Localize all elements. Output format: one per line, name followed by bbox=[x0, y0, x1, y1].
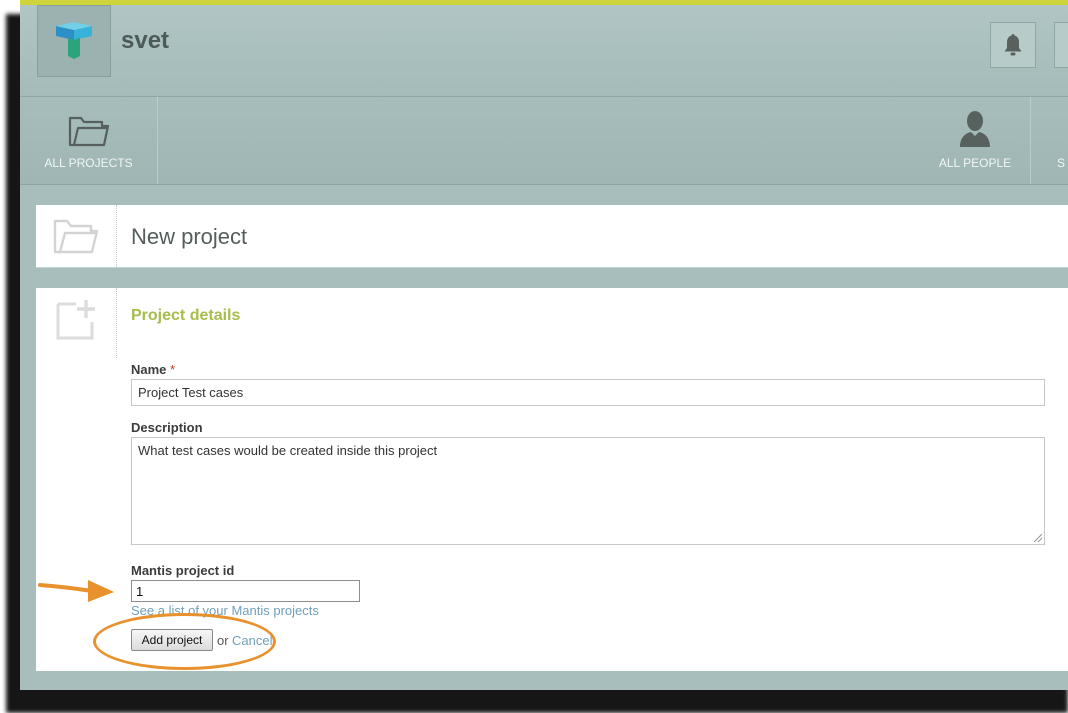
mantis-id-label: Mantis project id bbox=[131, 563, 235, 578]
required-mark: * bbox=[170, 362, 176, 377]
description-text: What test cases would be created inside … bbox=[138, 443, 438, 458]
nav-all-people[interactable]: ALL PEOPLE bbox=[920, 97, 1031, 184]
mantis-projects-link[interactable]: See a list of your Mantis projects bbox=[131, 603, 319, 618]
header: svet bbox=[20, 5, 1068, 97]
nav-all-projects-label: ALL PROJECTS bbox=[44, 156, 133, 170]
account-button[interactable] bbox=[1054, 22, 1068, 68]
description-textarea[interactable]: What test cases would be created inside … bbox=[131, 437, 1045, 545]
name-label-text: Name bbox=[131, 362, 167, 377]
name-label: Name * bbox=[131, 362, 175, 377]
nav-all-people-label: ALL PEOPLE bbox=[938, 156, 1012, 170]
resize-handle[interactable] bbox=[1034, 534, 1042, 542]
project-form-panel: Project details Name * Description What … bbox=[36, 288, 1068, 671]
nav-settings-label: S bbox=[1056, 156, 1065, 170]
folder-outline-icon bbox=[53, 219, 99, 254]
app-name[interactable]: svet bbox=[121, 27, 169, 55]
page-title-icon-column bbox=[36, 205, 117, 267]
person-icon bbox=[960, 111, 990, 147]
new-item-icon bbox=[56, 300, 95, 340]
folder-icon bbox=[68, 116, 109, 147]
main-nav: ALL PROJECTS ALL PEOPLE S bbox=[20, 97, 1068, 185]
logo[interactable] bbox=[37, 5, 111, 77]
app-window: svet ALL PROJECTS ALL PEOPLE S New proje… bbox=[20, 0, 1068, 690]
mantis-id-input[interactable] bbox=[131, 580, 360, 602]
teal-cube-logo-icon bbox=[56, 22, 92, 59]
description-label: Description bbox=[131, 420, 203, 435]
page-title: New project bbox=[131, 224, 248, 249]
name-input[interactable] bbox=[131, 379, 1045, 406]
bell-icon bbox=[1004, 34, 1022, 56]
page-title-panel: New project bbox=[36, 205, 1068, 268]
nav-all-projects[interactable]: ALL PROJECTS bbox=[20, 97, 158, 184]
notifications-button[interactable] bbox=[990, 22, 1036, 68]
section-title: Project details bbox=[131, 307, 241, 324]
or-text: or bbox=[217, 633, 229, 648]
cancel-link[interactable]: Cancel bbox=[232, 633, 272, 648]
nav-settings[interactable]: S bbox=[1031, 97, 1068, 184]
add-project-button[interactable]: Add project bbox=[131, 629, 213, 651]
section-divider bbox=[116, 288, 117, 358]
